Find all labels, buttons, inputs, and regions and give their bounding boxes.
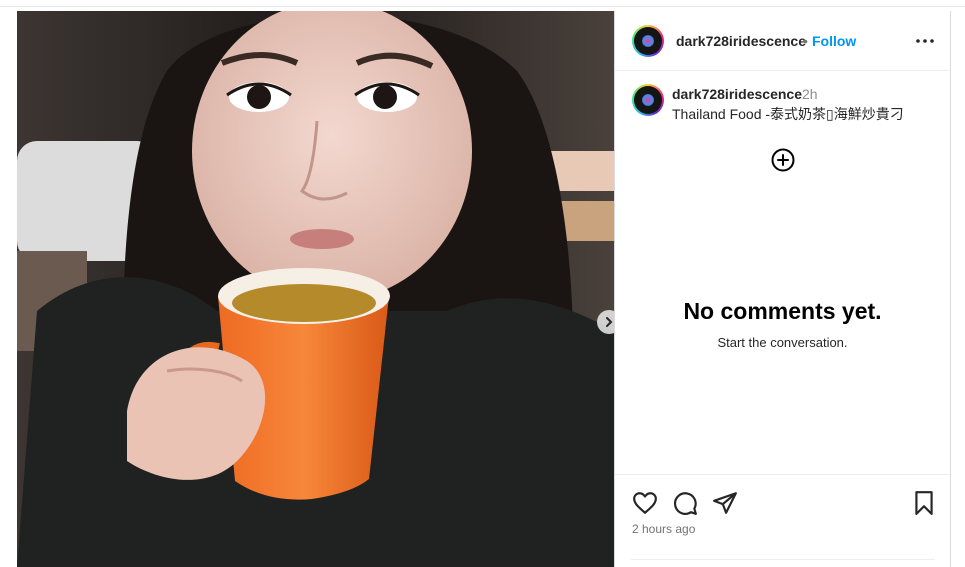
top-divider — [0, 6, 965, 7]
caption-avatar[interactable] — [632, 84, 664, 116]
next-photo-button[interactable] — [597, 310, 614, 334]
bottom-divider — [631, 559, 935, 560]
header-username[interactable]: dark728iridescence — [676, 33, 806, 49]
caption-time[interactable]: 2h — [802, 86, 818, 102]
header-separator: • — [803, 33, 808, 49]
post-caption: Thailand Food -泰式奶茶▯海鮮炒貴刁 — [672, 106, 904, 122]
bookmark-icon[interactable] — [911, 490, 937, 516]
post-time-ago[interactable]: 2 hours ago — [632, 522, 695, 536]
no-comments-title: No comments yet. — [683, 298, 882, 324]
post-side-panel: dark728iridescence • Follow dark728iride… — [614, 11, 951, 567]
follow-button[interactable]: Follow — [812, 33, 856, 49]
comment-bubble-icon[interactable] — [672, 490, 698, 516]
no-comments-subtitle: Start the conversation. — [717, 335, 848, 350]
paper-plane-icon[interactable] — [712, 490, 738, 516]
avatar[interactable] — [632, 25, 664, 57]
caption-username[interactable]: dark728iridescence — [672, 86, 802, 102]
more-horizontal-icon[interactable] — [915, 31, 935, 51]
selfie-with-orange-mug-image — [17, 11, 614, 567]
post-header: dark728iridescence • Follow — [615, 11, 950, 71]
post-photo[interactable] — [17, 11, 614, 567]
chevron-right-icon — [606, 317, 613, 327]
heart-icon[interactable] — [632, 490, 658, 516]
add-circle-icon[interactable] — [771, 148, 795, 172]
actions-divider — [615, 474, 950, 475]
